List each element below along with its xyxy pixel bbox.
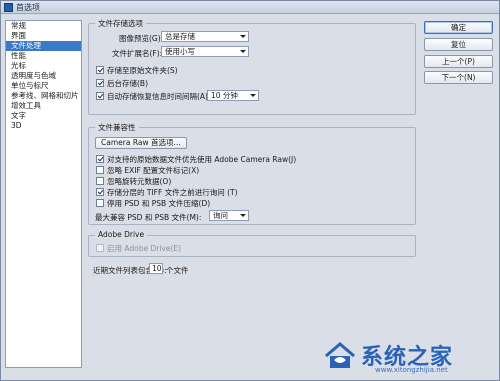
chevron-down-icon — [240, 214, 246, 217]
category-item[interactable]: 性能 — [6, 51, 81, 61]
house-logo-icon — [325, 342, 355, 368]
image-preview-select[interactable]: 总是存储 — [161, 31, 249, 42]
chevron-down-icon — [240, 35, 246, 38]
watermark-url: www.xitongzhijia.net — [375, 366, 448, 374]
image-preview-label: 图像预览(G): — [119, 34, 164, 43]
category-item[interactable]: 文字 — [6, 111, 81, 121]
auto-save-label: 自动存储恢复信息时间间隔(A): — [107, 92, 211, 101]
extension-value: 使用小写 — [165, 47, 195, 56]
category-item[interactable]: 单位与标尺 — [6, 81, 81, 91]
category-item[interactable]: 3D — [6, 121, 81, 131]
compat-option-checkbox[interactable] — [96, 199, 104, 207]
compat-option-label: 忽略 EXIF 配置文件标记(X) — [107, 166, 200, 175]
category-item[interactable]: 常规 — [6, 21, 81, 31]
camera-raw-button[interactable]: Camera Raw 首选项... — [95, 137, 187, 149]
adobe-drive-group: Adobe Drive 启用 Adobe Drive(E) — [88, 230, 416, 257]
auto-save-interval-select[interactable]: 10 分钟 — [207, 90, 259, 101]
title-bar: 首选项 — [1, 1, 499, 14]
compat-option-checkbox[interactable] — [96, 188, 104, 196]
category-item[interactable]: 参考线、网格和切片 — [6, 91, 81, 101]
extension-select[interactable]: 使用小写 — [161, 46, 249, 57]
recent-files-suffix: 个文件 — [166, 266, 189, 275]
compat-option-label: 忽略旋转元数据(O) — [107, 177, 172, 186]
auto-save-interval-value: 10 分钟 — [211, 91, 238, 100]
image-preview-value: 总是存储 — [165, 32, 195, 41]
compat-option-checkbox[interactable] — [96, 155, 104, 163]
app-icon — [4, 3, 13, 12]
compat-option-checkbox[interactable] — [96, 177, 104, 185]
compat-option-label: 对支持的原始数据文件优先使用 Adobe Camera Raw(J) — [107, 155, 297, 164]
save-original-checkbox[interactable] — [96, 66, 104, 74]
file-save-group: 文件存储选项 图像预览(G): 总是存储 文件扩展名(F): 使用小写 存储至原… — [88, 18, 416, 115]
compat-group: 文件兼容性 Camera Raw 首选项... 对支持的原始数据文件优先使用 A… — [88, 122, 416, 225]
file-save-title: 文件存储选项 — [95, 18, 146, 29]
compat-option-label: 存储分层的 TIFF 文件之前进行询问 (T) — [107, 188, 238, 197]
max-compat-select[interactable]: 询问 — [209, 210, 249, 221]
max-compat-label: 最大兼容 PSD 和 PSB 文件(M): — [95, 213, 202, 222]
adobe-drive-checkbox[interactable] — [96, 244, 104, 252]
category-item[interactable]: 文件处理 — [6, 41, 81, 51]
background-save-checkbox[interactable] — [96, 79, 104, 87]
background-save-label: 后台存储(B) — [107, 79, 148, 88]
adobe-drive-title: Adobe Drive — [95, 230, 148, 239]
window-title: 首选项 — [16, 3, 40, 12]
compat-title: 文件兼容性 — [95, 122, 139, 133]
compat-option-checkbox[interactable] — [96, 166, 104, 174]
category-list[interactable]: 常规 界面 文件处理 性能 光标 透明度与色域 单位与标尺 参考线、网格和切片 增效工具 文字 3D — [5, 20, 82, 368]
next-button[interactable]: 下一个(N) — [424, 71, 493, 84]
extension-label: 文件扩展名(F): — [112, 49, 163, 58]
prev-button[interactable]: 上一个(P) — [424, 55, 493, 68]
chevron-down-icon — [250, 94, 256, 97]
dialog-body: 常规 界面 文件处理 性能 光标 透明度与色域 单位与标尺 参考线、网格和切片 增效工具 文字 3D… — [1, 15, 499, 380]
max-compat-value: 询问 — [213, 211, 228, 220]
reset-button[interactable]: 复位 — [424, 38, 493, 51]
category-item[interactable]: 界面 — [6, 31, 81, 41]
save-original-label: 存储至原始文件夹(S) — [107, 66, 178, 75]
ok-button[interactable]: 确定 — [424, 21, 493, 34]
category-item[interactable]: 透明度与色域 — [6, 71, 81, 81]
compat-option-label: 停用 PSD 和 PSB 文件压缩(D) — [107, 199, 211, 208]
chevron-down-icon — [240, 50, 246, 53]
adobe-drive-label: 启用 Adobe Drive(E) — [107, 244, 182, 253]
watermark: 系统之家 www.xitongzhijia.net — [323, 336, 493, 376]
recent-files-input[interactable]: 10 — [149, 263, 163, 274]
auto-save-checkbox[interactable] — [96, 92, 104, 100]
preferences-window: 首选项 常规 界面 文件处理 性能 光标 透明度与色域 单位与标尺 参考线、网格和切片 增效工具… — [0, 0, 500, 381]
category-item[interactable]: 增效工具 — [6, 101, 81, 111]
category-item[interactable]: 光标 — [6, 61, 81, 71]
